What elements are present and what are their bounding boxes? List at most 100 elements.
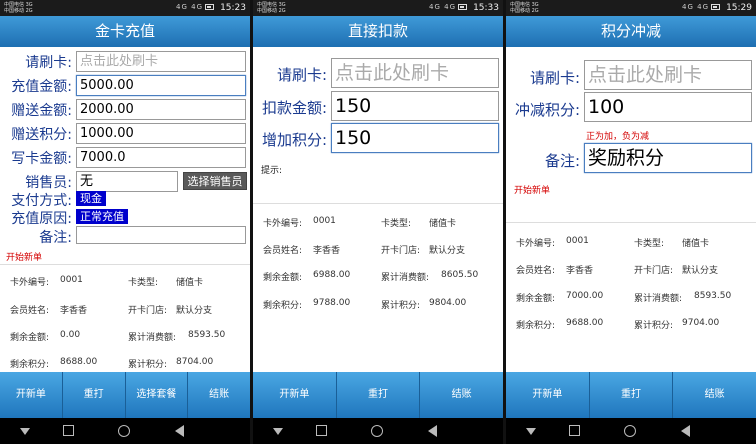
info-label: 剩余金额: bbox=[516, 294, 556, 304]
bonus-points-input[interactable]: 1000.00 bbox=[76, 123, 246, 144]
home-icon[interactable] bbox=[118, 425, 130, 437]
remark-label: 备注: bbox=[39, 230, 72, 246]
hide-keyboard-icon[interactable] bbox=[20, 428, 30, 435]
signal-icon: 4G 4G bbox=[176, 3, 214, 11]
recent-apps-icon[interactable] bbox=[63, 425, 74, 436]
info-label: 开卡门店: bbox=[128, 306, 168, 316]
info-label: 剩余积分: bbox=[516, 321, 556, 331]
info-value: 8593.50 bbox=[188, 330, 226, 340]
remark-input[interactable] bbox=[76, 226, 246, 244]
reprint-button[interactable]: 重打 bbox=[590, 372, 674, 418]
info-value: 8593.50 bbox=[694, 291, 732, 301]
swipe-card-input[interactable]: 点击此处刷卡 bbox=[331, 58, 499, 88]
bonus-amount-label: 赠送金额: bbox=[11, 103, 72, 119]
carrier-2: 中国移动 2G bbox=[510, 8, 539, 14]
seller-input[interactable]: 无 bbox=[76, 171, 178, 192]
add-points-input[interactable]: 150 bbox=[331, 123, 499, 153]
start-new-order-link[interactable]: 开始新单 bbox=[514, 183, 550, 196]
info-value: 0001 bbox=[566, 236, 589, 246]
info-value: 0.00 bbox=[60, 330, 81, 340]
new-order-button[interactable]: 开新单 bbox=[0, 372, 63, 418]
select-package-button[interactable]: 选择套餐 bbox=[126, 372, 189, 418]
page-title: 积分冲减 bbox=[506, 16, 756, 47]
swipe-card-input[interactable]: 点击此处刷卡 bbox=[584, 60, 752, 90]
info-value: 9788.00 bbox=[313, 298, 351, 308]
new-order-button[interactable]: 开新单 bbox=[506, 372, 590, 418]
reprint-button[interactable]: 重打 bbox=[63, 372, 126, 418]
deduct-points-input[interactable]: 100 bbox=[584, 92, 752, 122]
phone-points-adjustment: 中国电信 3G 中国移动 2G 4G 4G 15:29 积分冲减 请刷卡: 点击… bbox=[506, 0, 756, 444]
info-value: 9688.00 bbox=[566, 318, 604, 328]
select-seller-button[interactable]: 选择销售员 bbox=[183, 172, 247, 190]
bottom-toolbar: 开新单 重打 选择套餐 结账 bbox=[0, 372, 250, 418]
checkout-button[interactable]: 结账 bbox=[420, 372, 503, 418]
start-new-order-link[interactable]: 开始新单 bbox=[6, 250, 42, 263]
deduct-amount-input[interactable]: 150 bbox=[331, 91, 499, 121]
checkout-button[interactable]: 结账 bbox=[673, 372, 756, 418]
remark-input[interactable]: 奖励积分 bbox=[584, 143, 752, 173]
new-order-button[interactable]: 开新单 bbox=[253, 372, 337, 418]
clock: 15:33 bbox=[473, 3, 499, 13]
android-nav-bar bbox=[506, 418, 756, 444]
info-label: 累计积分: bbox=[634, 321, 674, 331]
info-value: 储值卡 bbox=[429, 219, 457, 229]
info-label: 剩余金额: bbox=[263, 273, 303, 283]
seller-label: 销售员: bbox=[25, 175, 72, 191]
swipe-card-label: 请刷卡: bbox=[276, 66, 327, 84]
info-value: 6988.00 bbox=[313, 270, 351, 280]
back-icon[interactable] bbox=[681, 425, 690, 437]
remark-label: 备注: bbox=[544, 152, 580, 170]
divider bbox=[0, 264, 250, 265]
recent-apps-icon[interactable] bbox=[569, 425, 580, 436]
write-card-amount-input[interactable]: 7000.0 bbox=[76, 147, 246, 168]
recharge-reason-select[interactable]: 正常充值 bbox=[76, 209, 128, 224]
battery-icon bbox=[205, 4, 214, 10]
deduct-amount-label: 扣款金额: bbox=[261, 99, 327, 117]
info-value: 默认分支 bbox=[682, 266, 719, 276]
swipe-card-label: 请刷卡: bbox=[25, 55, 72, 71]
hide-keyboard-icon[interactable] bbox=[273, 428, 283, 435]
info-label: 累计积分: bbox=[381, 301, 421, 311]
home-icon[interactable] bbox=[371, 425, 383, 437]
info-label: 剩余积分: bbox=[263, 301, 303, 311]
info-value: 0001 bbox=[60, 275, 83, 285]
info-label: 卡外编号: bbox=[516, 239, 556, 249]
swipe-card-label: 请刷卡: bbox=[529, 69, 580, 87]
info-label: 卡外编号: bbox=[263, 219, 303, 229]
carrier-2: 中国移动 2G bbox=[4, 8, 33, 14]
info-label: 累计积分: bbox=[128, 360, 168, 370]
divider bbox=[253, 203, 503, 204]
info-label: 卡类型: bbox=[128, 278, 159, 288]
android-nav-bar bbox=[0, 418, 250, 444]
phone-gold-card-recharge: 中国电信 3G 中国移动 2G 4G 4G 15:23 金卡充值 请刷卡: 点击… bbox=[0, 0, 250, 444]
clock: 15:29 bbox=[726, 3, 752, 13]
info-label: 累计消费额: bbox=[128, 333, 177, 343]
hide-keyboard-icon[interactable] bbox=[526, 428, 536, 435]
recharge-amount-input[interactable]: 5000.00 bbox=[76, 75, 246, 96]
clock: 15:23 bbox=[220, 3, 246, 13]
write-card-amount-label: 写卡金额: bbox=[11, 151, 72, 167]
checkout-button[interactable]: 结账 bbox=[188, 372, 250, 418]
battery-icon bbox=[458, 4, 467, 10]
back-icon[interactable] bbox=[428, 425, 437, 437]
phone-direct-deduction: 中国电信 3G 中国移动 2G 4G 4G 15:33 直接扣款 请刷卡: 点击… bbox=[253, 0, 503, 444]
swipe-card-input[interactable]: 点击此处刷卡 bbox=[76, 51, 246, 72]
info-label: 会员姓名: bbox=[10, 306, 50, 316]
info-value: 8704.00 bbox=[176, 357, 214, 367]
info-label: 卡类型: bbox=[634, 239, 665, 249]
payment-method-select[interactable]: 现金 bbox=[76, 191, 106, 206]
info-label: 剩余积分: bbox=[10, 360, 50, 370]
info-label: 累计消费额: bbox=[634, 294, 683, 304]
home-icon[interactable] bbox=[624, 425, 636, 437]
info-value: 储值卡 bbox=[176, 278, 204, 288]
divider bbox=[506, 222, 756, 223]
page-title: 金卡充值 bbox=[0, 16, 250, 47]
bonus-amount-input[interactable]: 2000.00 bbox=[76, 99, 246, 120]
carrier-2: 中国移动 2G bbox=[257, 8, 286, 14]
reprint-button[interactable]: 重打 bbox=[337, 372, 421, 418]
recent-apps-icon[interactable] bbox=[316, 425, 327, 436]
battery-icon bbox=[711, 4, 720, 10]
carrier-text: 中国电信 3G 中国移动 2G bbox=[257, 2, 286, 14]
back-icon[interactable] bbox=[175, 425, 184, 437]
bottom-toolbar: 开新单 重打 结账 bbox=[506, 372, 756, 418]
